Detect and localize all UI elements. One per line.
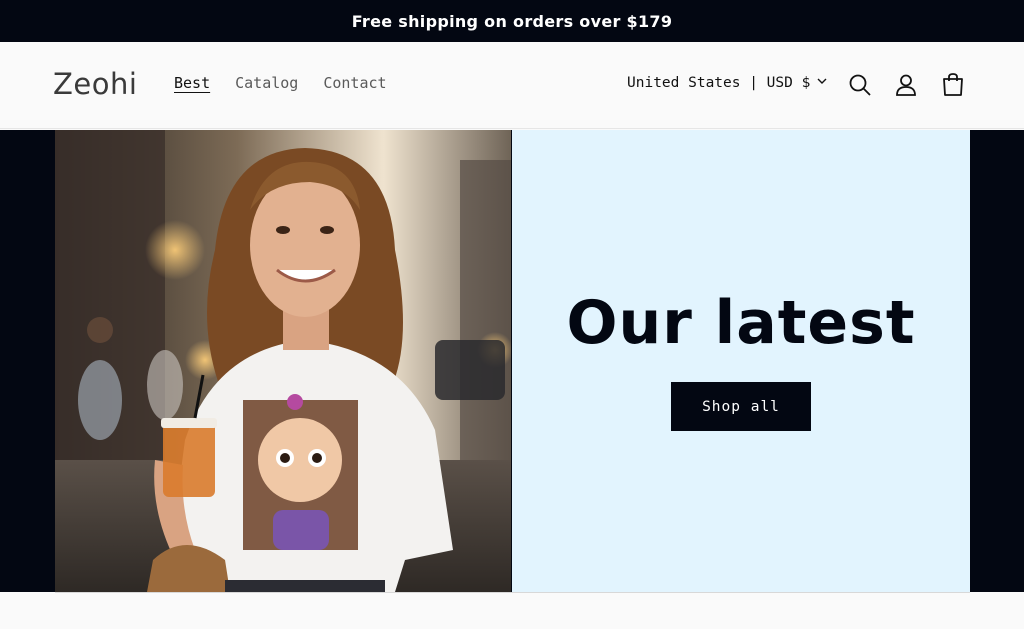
locale-label: United States | USD $ xyxy=(627,75,811,91)
search-icon[interactable] xyxy=(847,72,873,98)
page-content-below xyxy=(0,592,1024,629)
nav-item-contact[interactable]: Contact xyxy=(323,74,386,92)
account-icon[interactable] xyxy=(893,72,919,98)
site-header: Zeohi Best Catalog Contact United States… xyxy=(0,42,1024,129)
hero-text-panel: Our latest Shop all xyxy=(512,130,970,592)
hero-image xyxy=(55,130,511,592)
main-nav: Best Catalog Contact xyxy=(174,74,387,92)
country-currency-selector[interactable]: United States | USD $ xyxy=(627,75,828,91)
nav-item-catalog[interactable]: Catalog xyxy=(235,74,298,92)
cart-icon[interactable] xyxy=(940,72,966,98)
announcement-bar: Free shipping on orders over $179 xyxy=(0,0,1024,42)
hero-title: Our latest xyxy=(566,288,916,358)
shop-all-button[interactable]: Shop all xyxy=(671,382,811,431)
section-divider xyxy=(55,592,970,593)
announcement-text: Free shipping on orders over $179 xyxy=(351,11,673,31)
hero-banner: Our latest Shop all xyxy=(0,130,1024,592)
chevron-down-icon xyxy=(816,75,828,91)
nav-item-best[interactable]: Best xyxy=(174,74,210,92)
site-logo[interactable]: Zeohi xyxy=(53,67,137,101)
